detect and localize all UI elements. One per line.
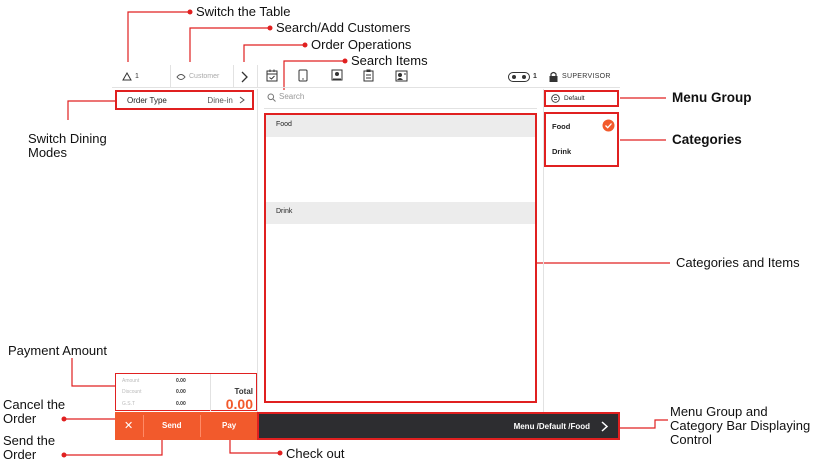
check-icon: [602, 119, 615, 132]
user-card-icon[interactable]: [395, 69, 408, 82]
order-operations-button[interactable]: [238, 70, 252, 84]
desk-icon: [508, 72, 530, 82]
section-header-drink[interactable]: Drink: [266, 202, 535, 224]
calendar-icon[interactable]: [266, 69, 278, 82]
chevron-right-icon: [241, 71, 248, 83]
category-item-food[interactable]: Food: [552, 122, 570, 131]
switch-table-button[interactable]: 1: [120, 70, 160, 84]
chevron-right-icon: [239, 96, 245, 103]
order-type-value: Dine-in: [207, 95, 233, 105]
annotation-categories-items: Categories and Items: [676, 255, 800, 270]
annotation-search-customers: Search/Add Customers: [276, 20, 411, 35]
order-type-row[interactable]: Order Type Dine-in: [115, 90, 254, 110]
cancel-order-button[interactable]: ✕: [115, 412, 143, 440]
category-list: Food Drink: [544, 112, 619, 167]
total-value: 0.00: [225, 396, 253, 412]
send-button[interactable]: Send: [144, 412, 200, 440]
payment-summary: Amount 0.00 Discount 0.00 G.S.T 0.00 Tot…: [115, 373, 257, 412]
divider: [257, 89, 258, 412]
annotation-send-order: Send the Order: [3, 433, 56, 462]
lock-icon: [549, 71, 558, 82]
amount-value: 0.00: [176, 378, 186, 384]
chevron-right-icon: [601, 421, 609, 432]
switch-icon: [551, 94, 560, 103]
send-label: Send: [162, 421, 182, 430]
annotation-cancel-order: Cancel the Order: [3, 397, 66, 426]
gst-value: 0.00: [176, 401, 186, 407]
menu-group-name: Default: [564, 95, 585, 102]
total-label: Total: [234, 387, 253, 396]
annotation-check-out: Check out: [286, 446, 345, 461]
table-icon: [122, 72, 132, 81]
amount-label: Amount: [122, 378, 140, 384]
pay-label: Pay: [222, 421, 237, 430]
discount-value: 0.00: [176, 389, 186, 395]
divider: [210, 374, 211, 411]
close-icon: ✕: [124, 420, 134, 432]
clipboard-icon[interactable]: [363, 69, 374, 82]
divider: [264, 108, 537, 109]
user-role[interactable]: SUPERVISOR: [549, 70, 619, 84]
section-header-food[interactable]: Food: [266, 115, 535, 137]
category-item-drink[interactable]: Drink: [552, 147, 571, 156]
order-type-label: Order Type: [127, 95, 167, 105]
annotation-order-operations: Order Operations: [311, 37, 412, 52]
menu-category-bar-toggle[interactable]: Menu /Default /Food: [257, 412, 620, 440]
annotation-bar-control: Menu Group and Category Bar Displaying C…: [670, 404, 811, 447]
discount-label: Discount: [122, 389, 142, 395]
customer-placeholder: Customer: [189, 73, 220, 80]
order-type-value-wrap: Dine-in: [207, 96, 246, 105]
tablet-icon[interactable]: [298, 69, 308, 82]
divider: [233, 65, 234, 88]
breadcrumb: Menu /Default /Food: [513, 422, 590, 431]
divider: [257, 65, 258, 88]
annotation-categories: Categories: [672, 132, 742, 147]
annotation-switch-table: Switch the Table: [196, 4, 291, 19]
gst-label: G.S.T: [122, 401, 136, 407]
annotation-menu-group: Menu Group: [672, 90, 752, 105]
image-icon[interactable]: [331, 69, 343, 82]
table-number: 1: [135, 73, 139, 80]
customer-search-button[interactable]: Customer: [174, 70, 230, 84]
desk-indicator[interactable]: 1: [508, 71, 540, 83]
annotation-payment-amount: Payment Amount: [8, 343, 107, 358]
items-panel: [264, 113, 537, 403]
role-label: SUPERVISOR: [562, 73, 611, 80]
search-input[interactable]: Search: [279, 92, 304, 101]
annotation-switch-dining: Switch Dining Modes: [28, 131, 107, 160]
action-buttons: ✕ Send Pay: [115, 412, 257, 440]
search-icon: [267, 93, 276, 102]
divider: [170, 65, 171, 88]
desk-count: 1: [533, 73, 537, 80]
pay-button[interactable]: Pay: [201, 412, 257, 440]
customer-icon: [176, 74, 186, 80]
menu-group-selector[interactable]: Default: [544, 90, 619, 107]
